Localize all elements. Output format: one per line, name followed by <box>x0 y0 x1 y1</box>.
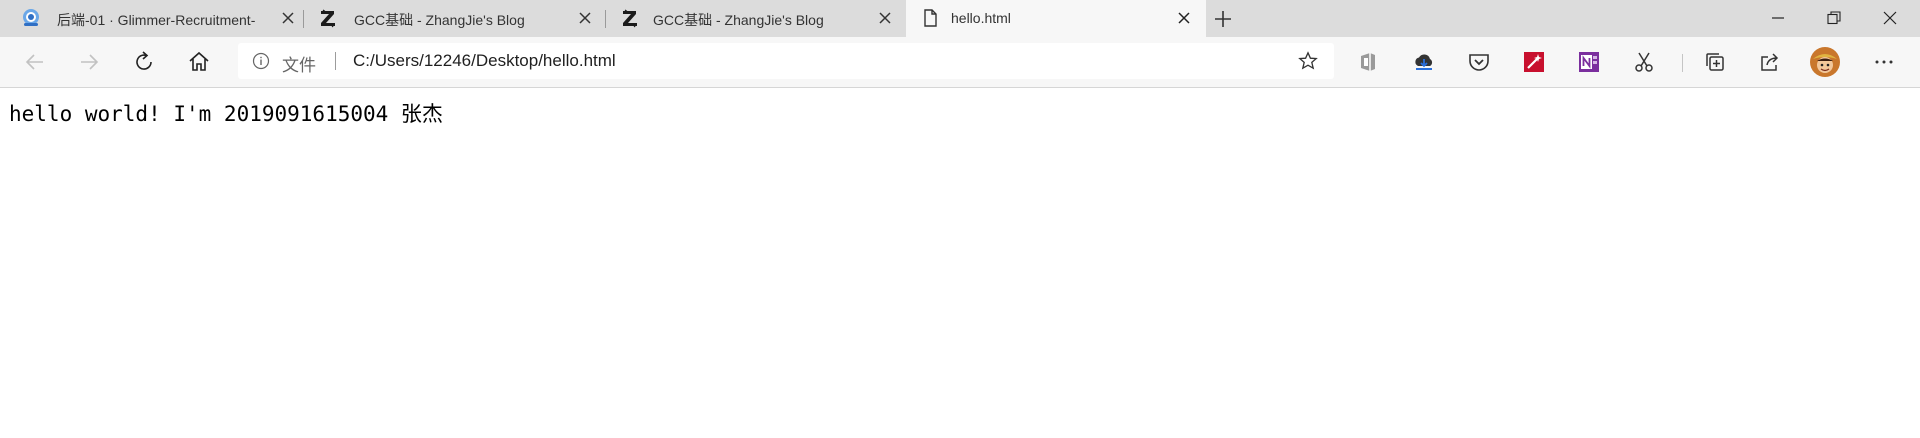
info-icon[interactable] <box>252 52 270 70</box>
page-content: hello world! I'm 2019091615004 张杰 <box>0 88 1920 438</box>
glimmer-icon <box>21 8 41 28</box>
close-window-button[interactable] <box>1862 0 1918 36</box>
page-body-text: hello world! I'm 2019091615004 张杰 <box>9 102 443 126</box>
close-icon[interactable] <box>876 9 894 27</box>
forward-button[interactable] <box>74 47 104 77</box>
restore-icon <box>1827 11 1841 25</box>
minimize-button[interactable] <box>1750 0 1806 36</box>
more-options-icon[interactable] <box>1872 50 1896 74</box>
cloud-download-extension-icon[interactable] <box>1412 50 1436 74</box>
back-button[interactable] <box>20 47 50 77</box>
refresh-button[interactable] <box>129 47 159 77</box>
minimize-icon <box>1772 17 1784 19</box>
tab-gcc-blog-2[interactable]: GCC基础 - ZhangJie's Blog <box>606 0 906 37</box>
home-button[interactable] <box>184 47 214 77</box>
tab-title: GCC基础 - ZhangJie's Blog <box>354 12 525 28</box>
forward-arrow-icon <box>81 54 99 70</box>
profile-avatar[interactable] <box>1810 47 1840 77</box>
close-icon[interactable] <box>279 9 297 27</box>
tab-title: hello.html <box>951 10 1011 26</box>
tab-strip: 后端-01 · Glimmer-Recruitment- GCC基础 - Zha… <box>0 0 1920 37</box>
address-scheme-label: 文件 <box>282 56 316 75</box>
onenote-extension-icon[interactable] <box>1577 50 1601 74</box>
tab-title: GCC基础 - ZhangJie's Blog <box>653 12 824 28</box>
new-tab-button[interactable] <box>1212 8 1234 30</box>
tab-hello-html[interactable]: hello.html <box>906 0 1206 37</box>
back-arrow-icon <box>25 54 43 70</box>
collections-icon[interactable] <box>1703 50 1727 74</box>
refresh-icon <box>136 51 152 70</box>
pocket-extension-icon[interactable] <box>1467 50 1491 74</box>
close-icon[interactable] <box>1175 9 1193 27</box>
restore-button[interactable] <box>1806 0 1862 36</box>
zhihu-z-icon <box>620 8 640 28</box>
close-icon <box>1883 11 1897 25</box>
office-extension-icon[interactable] <box>1356 50 1380 74</box>
tab-gcc-blog-1[interactable]: GCC基础 - ZhangJie's Blog <box>304 0 604 37</box>
address-bar[interactable]: 文件 C:/Users/12246/Desktop/hello.html <box>238 43 1334 79</box>
tab-glimmer[interactable]: 后端-01 · Glimmer-Recruitment- <box>0 0 302 37</box>
zhihu-z-icon <box>318 8 338 28</box>
navigation-toolbar: 文件 C:/Users/12246/Desktop/hello.html <box>0 37 1920 88</box>
share-icon[interactable] <box>1758 50 1782 74</box>
magic-wand-extension-icon[interactable] <box>1522 50 1546 74</box>
tab-title: 后端-01 · Glimmer-Recruitment- <box>57 12 256 28</box>
favorite-star-icon[interactable] <box>1298 51 1318 71</box>
file-icon <box>920 8 940 28</box>
toolbar-divider <box>1682 54 1683 72</box>
home-icon <box>189 51 209 71</box>
address-divider <box>335 52 336 70</box>
close-icon[interactable] <box>576 9 594 27</box>
scissors-icon[interactable] <box>1632 50 1656 74</box>
address-url[interactable]: C:/Users/12246/Desktop/hello.html <box>353 51 616 71</box>
